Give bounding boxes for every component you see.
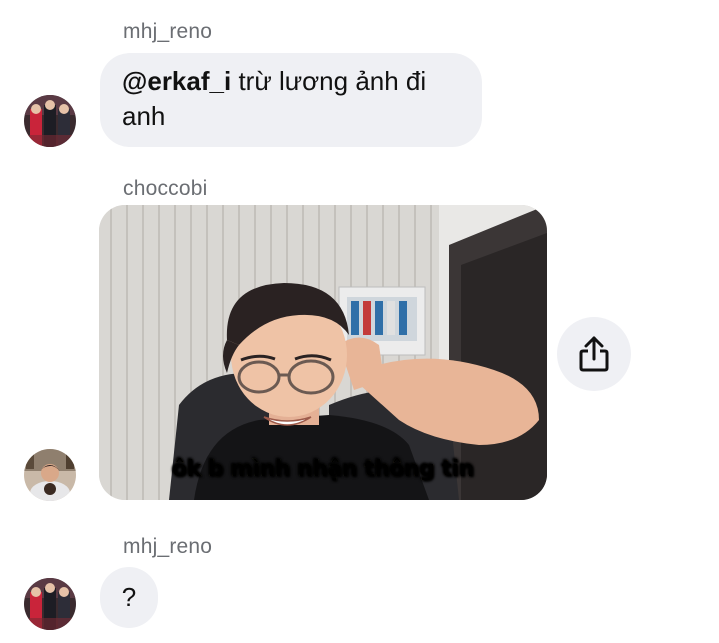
- avatar[interactable]: [24, 95, 76, 147]
- avatar[interactable]: [24, 578, 76, 630]
- sender-name: choccobi: [123, 177, 208, 200]
- video-thumbnail: [99, 205, 547, 500]
- message-bubble[interactable]: ?: [100, 567, 158, 628]
- share-button[interactable]: [557, 317, 631, 391]
- message-text: ?: [121, 582, 137, 612]
- sender-name: mhj_reno: [123, 20, 213, 43]
- share-icon: [579, 336, 609, 372]
- message-bubble[interactable]: @erkaf_i trừ lương ảnh đi anh: [100, 53, 482, 147]
- avatar[interactable]: [24, 449, 76, 501]
- video-caption: ôk b mình nhận thông tin: [99, 457, 547, 482]
- media-message[interactable]: ôk b mình nhận thông tin: [99, 205, 547, 500]
- mention-link[interactable]: @erkaf_i: [122, 66, 231, 96]
- sender-name: mhj_reno: [123, 535, 213, 558]
